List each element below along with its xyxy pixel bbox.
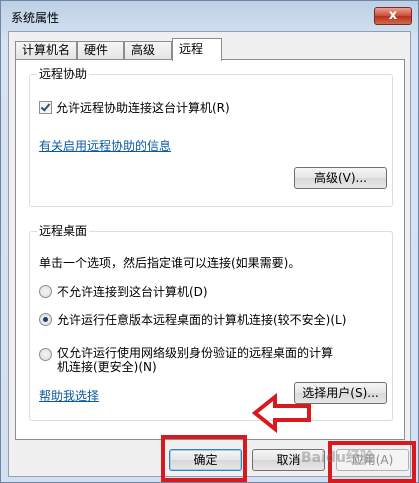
tab-hardware[interactable]: 硬件: [77, 41, 124, 60]
window-title: 系统属性: [11, 11, 60, 25]
checkmark-icon: [40, 101, 51, 112]
help-me-choose-link[interactable]: 帮助我选择: [39, 387, 99, 404]
allow-remote-assistance-checkbox[interactable]: [39, 101, 52, 114]
option-allow-any-row[interactable]: 允许运行任意版本远程桌面的计算机连接(较不安全)(L): [39, 311, 346, 328]
remote-assistance-info-link[interactable]: 有关启用远程协助的信息: [39, 137, 171, 154]
close-button[interactable]: x: [374, 7, 412, 25]
deny-connections-radio[interactable]: [39, 285, 52, 298]
deny-connections-label: 不允许连接到这台计算机(D): [57, 285, 208, 299]
watermark: Baidu经验: [301, 450, 374, 466]
left-arrow-icon: [251, 393, 311, 433]
radio-selected-dot: [43, 317, 48, 322]
remote-desktop-title: 远程桌面: [37, 224, 90, 238]
allow-any-version-label: 允许运行任意版本远程桌面的计算机连接(较不安全)(L): [57, 313, 347, 327]
close-icon: x: [388, 8, 398, 23]
tab-computer-name[interactable]: 计算机名: [15, 41, 77, 60]
remote-assistance-title: 远程协助: [37, 67, 90, 81]
allow-remote-assistance-row[interactable]: 允许远程协助连接这台计算机(R): [39, 99, 230, 116]
allow-nla-only-label-line2: 机连接(更安全)(N): [57, 360, 157, 374]
allow-remote-assistance-label: 允许远程协助连接这台计算机(R): [56, 101, 230, 115]
allow-nla-only-label-line1: 仅允许运行使用网络级别身份验证的远程桌面的计算: [57, 346, 334, 360]
remote-desktop-group: 远程桌面 单击一个选项，然后指定谁可以连接(如果需要)。 不允许连接到这台计算机…: [29, 224, 393, 421]
allow-nla-only-radio[interactable]: [39, 348, 52, 361]
allow-nla-only-label: 仅允许运行使用网络级别身份验证的远程桌面的计算 机连接(更安全)(N): [57, 346, 333, 374]
highlight-box-ok: [161, 435, 247, 482]
remote-tab-panel: 远程协助 允许远程协助连接这台计算机(R) 有关启用远程协助的信息 高级(V).…: [15, 59, 405, 440]
tab-advanced[interactable]: 高级: [124, 41, 172, 60]
system-properties-window: 系统属性 x 计算机名 硬件 高级 远程 远程协助 允许远程协助连接这台计算机(…: [0, 0, 419, 483]
remote-assistance-group: 远程协助 允许远程协助连接这台计算机(R) 有关启用远程协助的信息 高级(V).…: [29, 67, 393, 207]
advanced-button[interactable]: 高级(V)...: [294, 167, 387, 189]
option-deny-row[interactable]: 不允许连接到这台计算机(D): [39, 283, 208, 300]
allow-any-version-radio[interactable]: [39, 313, 52, 326]
title-bar[interactable]: 系统属性 x: [1, 1, 418, 31]
option-nla-row[interactable]: 仅允许运行使用网络级别身份验证的远程桌面的计算 机连接(更安全)(N): [39, 346, 333, 374]
remote-desktop-instruction: 单击一个选项，然后指定谁可以连接(如果需要)。: [39, 256, 301, 270]
tab-remote[interactable]: 远程: [172, 38, 222, 61]
dialog-client-area: 计算机名 硬件 高级 远程 远程协助 允许远程协助连接这台计算机(R) 有关启用…: [8, 31, 411, 477]
